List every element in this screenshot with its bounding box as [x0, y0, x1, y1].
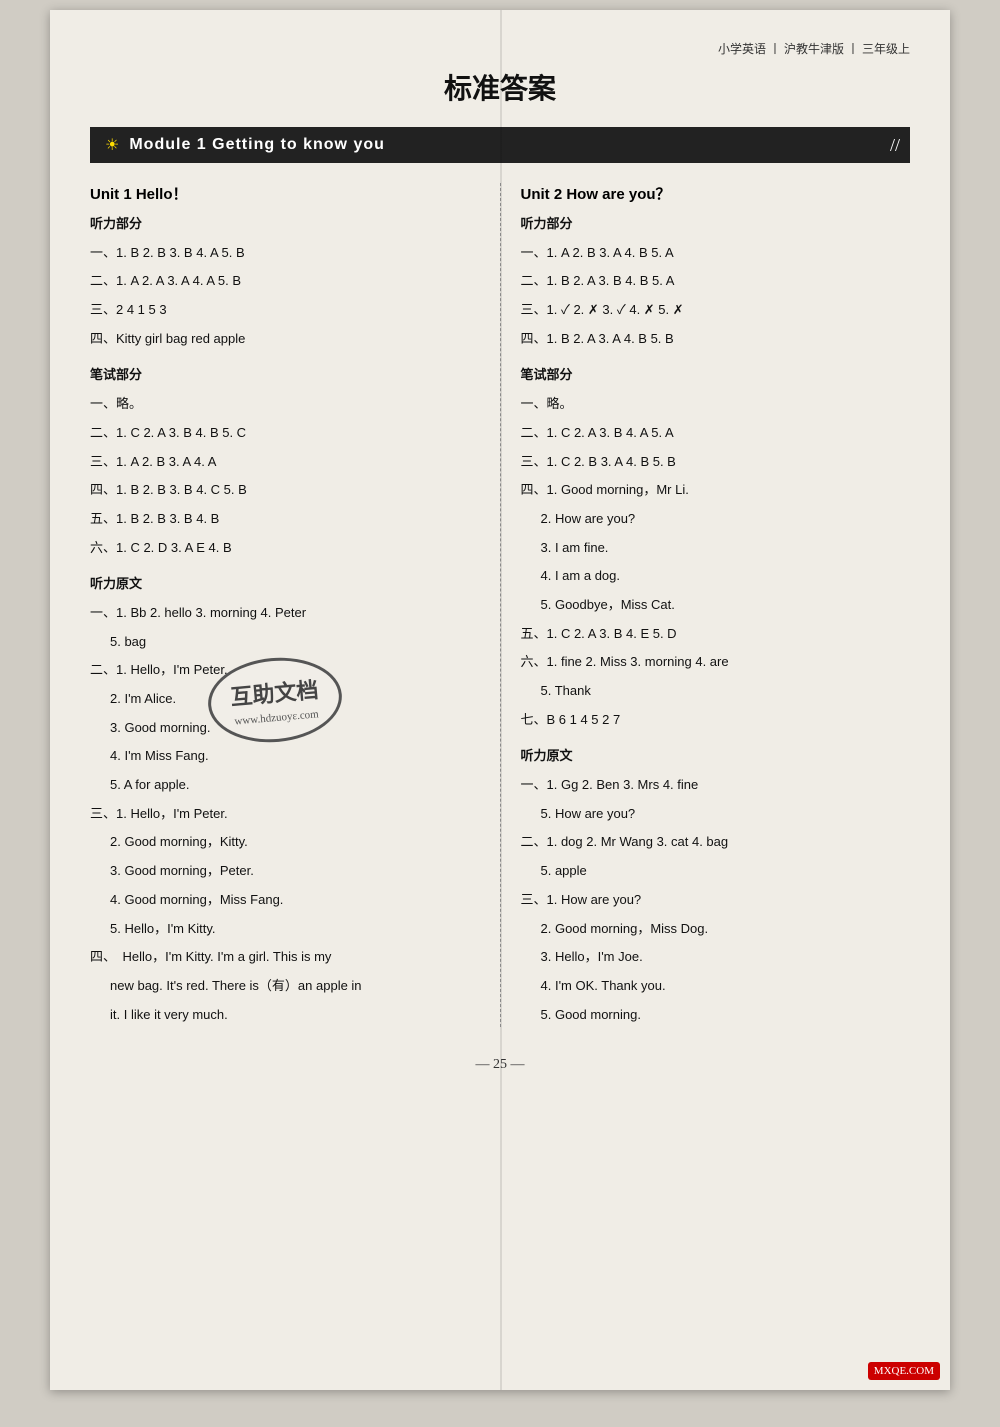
left-w1: 一、略。 — [90, 392, 480, 417]
bottom-logo: MXQE.COM — [868, 1362, 940, 1380]
module-banner: ☀ Module 1 Getting to know you // — [90, 127, 910, 163]
page: 小学英语 丨 沪教牛津版 丨 三年级上 标准答案 ☀ Module 1 Gett… — [50, 10, 950, 1390]
right-w2: 二、1. C 2. A 3. B 4. A 5. A — [521, 421, 911, 446]
left-l4: 四、Kitty girl bag red apple — [90, 327, 480, 352]
left-t4a: 四、 Hello，I'm Kitty. I'm a girl. This is … — [90, 945, 480, 970]
right-w6b: 5. Thank — [521, 679, 911, 704]
right-w4d: 4. I am a dog. — [521, 564, 911, 589]
right-w1: 一、略。 — [521, 392, 911, 417]
right-t1b: 5. How are you? — [521, 802, 911, 827]
left-t3d: 4. Good morning，Miss Fang. — [90, 888, 480, 913]
right-l4: 四、1. B 2. A 3. A 4. B 5. B — [521, 327, 911, 352]
right-t3a: 三、1. How are you? — [521, 888, 911, 913]
left-t2b: 2. I'm Alice. — [90, 687, 480, 712]
right-l3: 三、1. ✓ 2. ✗ 3. ✓ 4. ✗ 5. ✗ — [521, 298, 911, 323]
left-t3c: 3. Good morning，Peter. — [90, 859, 480, 884]
left-w4: 四、1. B 2. B 3. B 4. C 5. B — [90, 478, 480, 503]
left-transcript-label: 听力原文 — [90, 572, 480, 597]
page-number: — 25 — — [90, 1057, 910, 1073]
right-t3e: 5. Good morning. — [521, 1003, 911, 1028]
unit1-title: Unit 1 Hello！ — [90, 183, 480, 204]
left-t4c: it. I like it very much. — [90, 1003, 480, 1028]
left-w3: 三、1. A 2. B 3. A 4. A — [90, 450, 480, 475]
right-t1a: 一、1. Gg 2. Ben 3. Mrs 4. fine — [521, 773, 911, 798]
left-t1b: 5. bag — [90, 630, 480, 655]
left-t2e: 5. A for apple. — [90, 773, 480, 798]
left-listening-label: 听力部分 — [90, 212, 480, 237]
right-t3b: 2. Good morning，Miss Dog. — [521, 917, 911, 942]
bulb-icon: ☀ — [105, 135, 119, 155]
site-badge: MXQE.COM — [868, 1362, 940, 1380]
left-l1: 一、1. B 2. B 3. B 4. A 5. B — [90, 241, 480, 266]
page-title: 标准答案 — [90, 67, 910, 107]
unit2-title: Unit 2 How are you？ — [521, 183, 911, 204]
right-listening-label: 听力部分 — [521, 212, 911, 237]
right-w4b: 2. How are you? — [521, 507, 911, 532]
right-column: Unit 2 How are you？ 听力部分 一、1. A 2. B 3. … — [501, 183, 911, 1027]
left-column: Unit 1 Hello！ 听力部分 一、1. B 2. B 3. B 4. A… — [90, 183, 501, 1027]
right-w6a: 六、1. fine 2. Miss 3. morning 4. are — [521, 650, 911, 675]
left-l2: 二、1. A 2. A 3. A 4. A 5. B — [90, 269, 480, 294]
right-t2b: 5. apple — [521, 859, 911, 884]
left-l3: 三、2 4 1 5 3 — [90, 298, 480, 323]
right-w4c: 3. I am fine. — [521, 536, 911, 561]
book-info: 小学英语 丨 沪教牛津版 丨 三年级上 — [90, 40, 910, 57]
right-t3c: 3. Hello，I'm Joe. — [521, 945, 911, 970]
right-l2: 二、1. B 2. A 3. B 4. B 5. A — [521, 269, 911, 294]
right-l1: 一、1. A 2. B 3. A 4. B 5. A — [521, 241, 911, 266]
left-written-label: 笔试部分 — [90, 363, 480, 388]
left-t2c: 3. Good morning. — [90, 716, 480, 741]
left-w6: 六、1. C 2. D 3. A E 4. B — [90, 536, 480, 561]
decoration-lines: // — [890, 135, 900, 156]
right-w3: 三、1. C 2. B 3. A 4. B 5. B — [521, 450, 911, 475]
left-t1a: 一、1. Bb 2. hello 3. morning 4. Peter — [90, 601, 480, 626]
right-written-label: 笔试部分 — [521, 363, 911, 388]
left-t3a: 三、1. Hello，I'm Peter. — [90, 802, 480, 827]
right-t3d: 4. I'm OK. Thank you. — [521, 974, 911, 999]
right-w5: 五、1. C 2. A 3. B 4. E 5. D — [521, 622, 911, 647]
left-w2: 二、1. C 2. A 3. B 4. B 5. C — [90, 421, 480, 446]
right-transcript-label: 听力原文 — [521, 744, 911, 769]
left-w5: 五、1. B 2. B 3. B 4. B — [90, 507, 480, 532]
right-w4a: 四、1. Good morning，Mr Li. — [521, 478, 911, 503]
left-t3b: 2. Good morning，Kitty. — [90, 830, 480, 855]
module-title: Module 1 Getting to know you — [129, 136, 385, 154]
left-t4b: new bag. It's red. There is（有）an apple i… — [90, 974, 480, 999]
right-t2a: 二、1. dog 2. Mr Wang 3. cat 4. bag — [521, 830, 911, 855]
right-w7: 七、B 6 1 4 5 2 7 — [521, 708, 911, 733]
left-t2d: 4. I'm Miss Fang. — [90, 744, 480, 769]
content-area: Unit 1 Hello！ 听力部分 一、1. B 2. B 3. B 4. A… — [90, 183, 910, 1027]
left-t3e: 5. Hello，I'm Kitty. — [90, 917, 480, 942]
right-w4e: 5. Goodbye，Miss Cat. — [521, 593, 911, 618]
left-t2a: 二、1. Hello，I'm Peter. — [90, 658, 480, 683]
